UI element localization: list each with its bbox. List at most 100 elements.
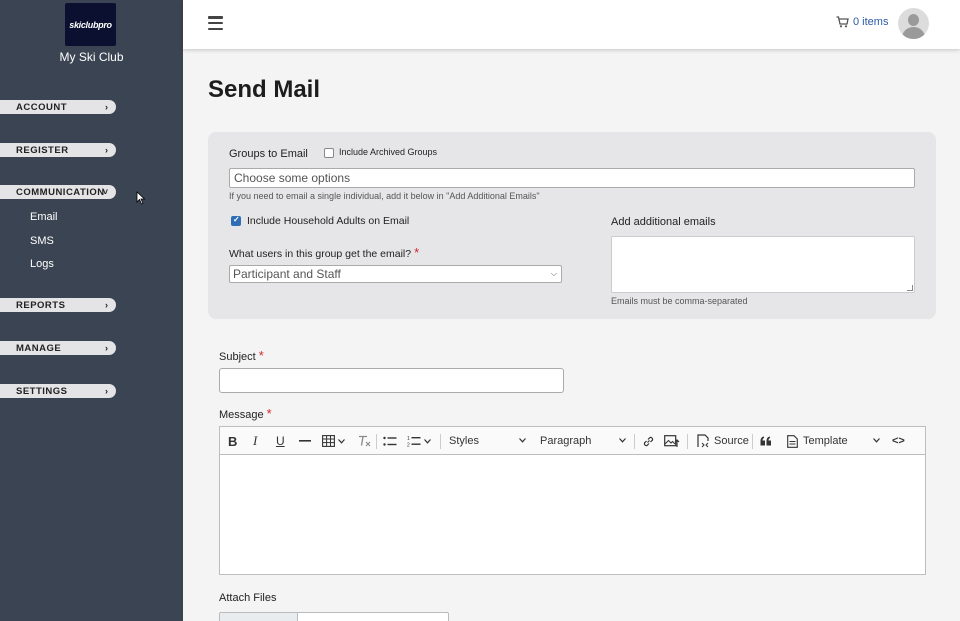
table-button[interactable] <box>322 427 345 455</box>
additional-emails-label: Add additional emails <box>611 216 716 228</box>
users-label: What users in this group get the email? * <box>229 245 419 260</box>
numbered-list-icon: 1 2 <box>407 436 421 448</box>
link-button[interactable] <box>642 427 655 455</box>
chevron-down-icon: ˅ <box>102 187 108 197</box>
numbered-list-button[interactable]: 1 2 <box>407 427 431 455</box>
required-marker: * <box>266 406 272 421</box>
mouse-cursor-icon <box>136 191 146 205</box>
chevron-down-icon <box>424 438 431 444</box>
source-button[interactable]: Source <box>696 427 749 455</box>
quote-icon <box>760 436 771 446</box>
chevron-right-icon: › <box>105 145 108 155</box>
horizontal-line-icon <box>299 440 311 442</box>
table-icon <box>322 435 335 447</box>
template-label: Template <box>803 435 848 447</box>
styles-label: Styles <box>449 435 479 447</box>
file-input[interactable] <box>219 612 449 621</box>
chevron-right-icon: › <box>105 386 108 396</box>
user-avatar-icon[interactable] <box>898 8 929 39</box>
nav-communication[interactable]: COMMUNICATION ˅ <box>0 185 116 199</box>
chevron-down-icon: ⌵ <box>550 269 557 278</box>
bulleted-list-icon <box>383 436 397 446</box>
svg-text:2: 2 <box>407 443 410 448</box>
nav-account-label: ACCOUNT <box>16 101 67 113</box>
include-archived-checkbox[interactable] <box>324 148 334 158</box>
sidebar: skiclubpro My Ski Club ACCOUNT › REGISTE… <box>0 0 183 621</box>
required-marker: * <box>414 245 420 260</box>
blockquote-button[interactable] <box>760 427 772 455</box>
household-adults-checkbox[interactable] <box>231 215 241 226</box>
template-dropdown[interactable]: Template <box>787 427 880 455</box>
nav-manage-label: MANAGE <box>16 342 62 354</box>
users-label-text: What users in this group get the email? <box>229 248 412 260</box>
remove-format-button[interactable] <box>358 427 371 455</box>
subject-label: Subject * <box>219 348 264 363</box>
italic-button[interactable]: I <box>253 427 257 455</box>
choose-file-button[interactable] <box>220 613 298 621</box>
top-header: 0 items <box>183 0 960 49</box>
chevron-down-icon <box>873 438 880 443</box>
users-select-value: Participant and Staff <box>233 267 341 281</box>
nav-reports[interactable]: REPORTS › <box>0 298 116 312</box>
club-logo[interactable]: skiclubpro <box>65 3 116 46</box>
svg-text:1: 1 <box>407 436 410 442</box>
groups-help-text: If you need to email a single individual… <box>229 191 540 201</box>
hamburger-icon[interactable] <box>208 16 223 30</box>
styles-dropdown[interactable]: Styles <box>449 427 526 455</box>
nav-settings-label: SETTINGS <box>16 385 68 397</box>
groups-select-input[interactable]: Choose some options <box>229 168 915 188</box>
additional-emails-help: Emails must be comma-separated <box>611 296 748 306</box>
cart-icon <box>836 16 849 28</box>
editor-content-area[interactable] <box>220 456 925 574</box>
nav-reports-label: REPORTS <box>16 299 66 311</box>
insert-image-button[interactable] <box>664 427 680 455</box>
groups-placeholder: Choose some options <box>234 171 351 185</box>
document-icon <box>787 434 798 448</box>
household-adults-label: Include Household Adults on Email <box>247 215 410 227</box>
message-label-text: Message <box>219 409 264 421</box>
additional-emails-textarea[interactable] <box>611 236 915 293</box>
subject-input[interactable] <box>219 368 564 393</box>
paragraph-label: Paragraph <box>540 435 592 447</box>
nav-sub-sms[interactable]: SMS <box>30 235 54 247</box>
message-editor: B I U 1 2 Styles Paragraph Source Templa… <box>219 426 926 575</box>
nav-settings[interactable]: SETTINGS › <box>0 384 116 398</box>
resize-handle-icon[interactable] <box>907 285 913 291</box>
chevron-right-icon: › <box>105 300 108 310</box>
bulleted-list-button[interactable] <box>383 427 397 455</box>
bold-button[interactable]: B <box>228 427 237 455</box>
underline-button[interactable]: U <box>276 427 285 455</box>
nav-register-label: REGISTER <box>16 144 69 156</box>
code-button[interactable]: <> <box>892 427 905 455</box>
users-select[interactable]: Participant and Staff ⌵ <box>229 265 562 283</box>
message-label: Message * <box>219 406 272 421</box>
paragraph-dropdown[interactable]: Paragraph <box>540 427 626 455</box>
subject-label-text: Subject <box>219 351 256 363</box>
chevron-right-icon: › <box>105 102 108 112</box>
horizontal-line-button[interactable] <box>299 427 311 455</box>
editor-toolbar: B I U 1 2 Styles Paragraph Source Templa… <box>220 427 925 455</box>
nav-manage[interactable]: MANAGE › <box>0 341 116 355</box>
page-title: Send Mail <box>208 76 321 103</box>
cart-count: 0 items <box>853 16 889 28</box>
chevron-down-icon <box>519 438 526 443</box>
logo-text: skiclubpro <box>69 19 112 30</box>
source-label: Source <box>714 435 749 447</box>
groups-label: Groups to Email <box>229 148 308 160</box>
club-name: My Ski Club <box>59 50 124 64</box>
attach-files-label: Attach Files <box>219 592 277 604</box>
nav-sub-email[interactable]: Email <box>30 211 58 223</box>
link-icon <box>643 436 654 446</box>
include-archived-label: Include Archived Groups <box>339 147 438 157</box>
nav-communication-label: COMMUNICATION <box>16 186 105 198</box>
nav-register[interactable]: REGISTER › <box>0 143 116 157</box>
nav-sub-logs[interactable]: Logs <box>30 258 54 270</box>
cart-button[interactable]: 0 items <box>836 16 888 28</box>
chevron-down-icon <box>338 438 345 444</box>
nav-account[interactable]: ACCOUNT › <box>0 100 116 114</box>
chevron-right-icon: › <box>105 343 108 353</box>
remove-format-icon <box>359 435 371 447</box>
groups-panel: Groups to Email Include Archived Groups … <box>208 132 936 319</box>
required-marker: * <box>258 348 264 363</box>
insert-image-icon <box>664 435 680 447</box>
